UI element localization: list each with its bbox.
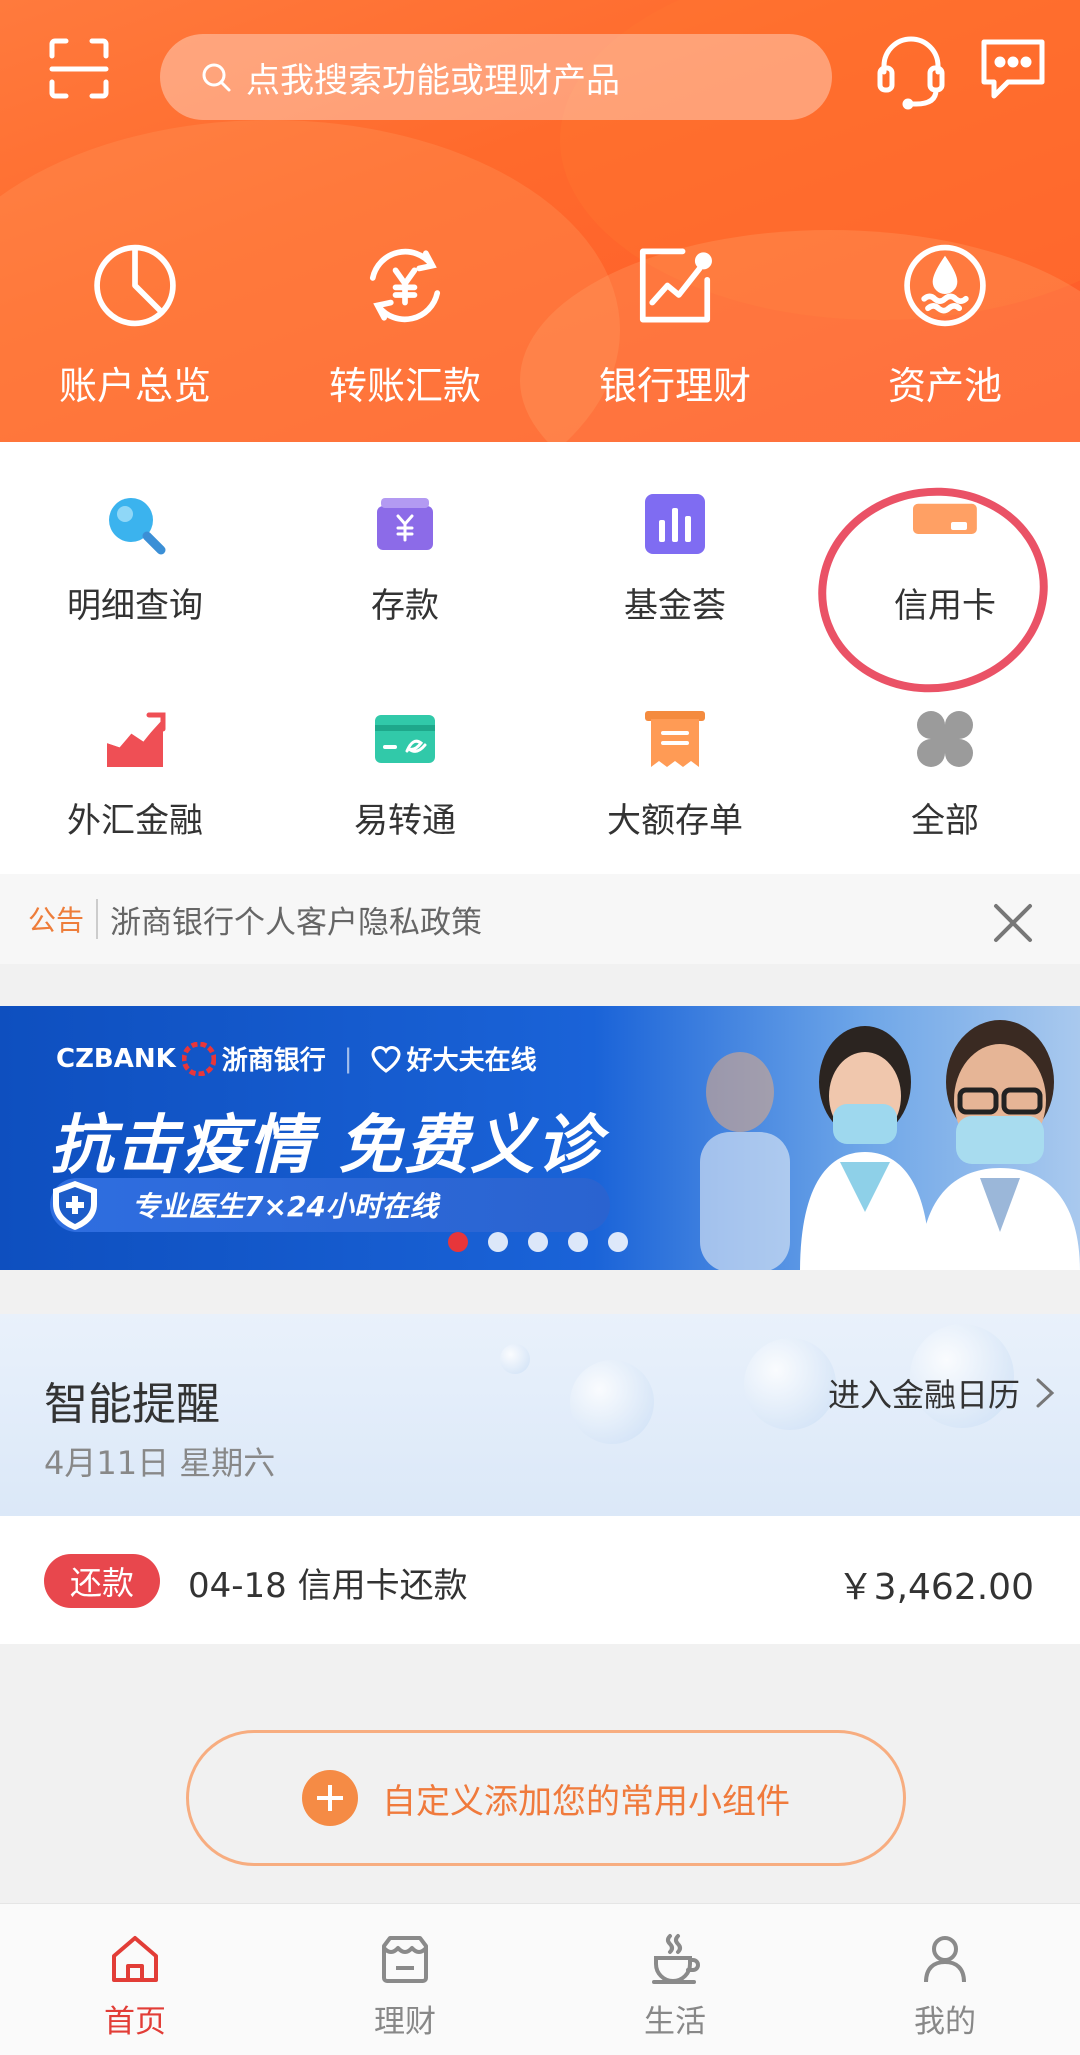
repayment-badge: 还款 [44, 1554, 160, 1608]
message-icon[interactable] [978, 34, 1048, 104]
grid-item-forex[interactable]: 外汇金融 [0, 707, 270, 842]
quick-action-label: 转账汇款 [328, 364, 481, 408]
pie-chart-icon [94, 244, 176, 327]
tab-label: 首页 [104, 2004, 166, 2040]
grid-item-label: 全部 [911, 801, 979, 841]
quick-action-wealth[interactable]: 银行理财 [540, 240, 810, 410]
decor-bubble [500, 1344, 530, 1374]
top-bar: 点我搜索功能或理财产品 [0, 30, 1080, 120]
repayment-description: 04-18 信用卡还款 [188, 1566, 468, 1606]
reminder-title: 智能提醒 [44, 1379, 220, 1430]
quick-action-account-overview[interactable]: 账户总览 [0, 240, 270, 410]
grid-item-label: 大额存单 [607, 801, 743, 841]
banner-partner: 好大夫在线 [406, 1046, 537, 1076]
bar-chart-icon [645, 494, 705, 554]
smart-reminder: 智能提醒 4月11日 星期六 进入金融日历 [0, 1314, 1080, 1516]
yuan-transfer-icon [369, 248, 441, 323]
close-icon[interactable] [992, 902, 1034, 944]
carousel-dot[interactable] [568, 1232, 588, 1252]
grid-item-label: 明细查询 [67, 586, 203, 626]
repayment-reminder-row[interactable]: 还款 04-18 信用卡还款 ￥3,462.00 [0, 1516, 1080, 1644]
grid-item-label: 存款 [371, 586, 439, 626]
chevron-right-icon [1036, 1378, 1055, 1408]
carousel-dot[interactable] [608, 1232, 628, 1252]
header: 点我搜索功能或理财产品 账户总览 转账汇款 银行理财 资产池 [0, 0, 1080, 442]
add-widget-label: 自定义添加您的常用小组件 [382, 1781, 790, 1822]
coffee-cup-icon [652, 1934, 700, 1984]
grid-item-transaction-query[interactable]: 明细查询 [0, 492, 270, 627]
brand-separator: | [343, 1043, 353, 1074]
financial-calendar-label: 进入金融日历 [827, 1376, 1020, 1414]
tab-home[interactable]: 首页 [0, 1904, 270, 2055]
shield-icon [53, 1181, 97, 1230]
search-bar[interactable]: 点我搜索功能或理财产品 [160, 34, 832, 120]
banner-headline: 抗击疫情 免费义诊 [50, 1109, 603, 1183]
grid-item-all[interactable]: 全部 [810, 707, 1080, 842]
grid-item-label: 基金荟 [624, 586, 726, 626]
banner-brand-cn: 浙商银行 [221, 1046, 326, 1076]
banner-brand: CZBANK 浙商银行 | 好大夫在线 [56, 1040, 537, 1077]
promo-banner[interactable]: CZBANK 浙商银行 | 好大夫在线 抗击疫情 免费义诊 专业医生7×24小时… [0, 1006, 1080, 1270]
certificate-icon [645, 711, 705, 767]
scan-icon[interactable] [48, 38, 110, 100]
carousel-dot[interactable] [488, 1232, 508, 1252]
deposit-icon [377, 498, 433, 550]
tab-life[interactable]: 生活 [540, 1904, 810, 2055]
doctors-illustration [700, 1020, 1080, 1270]
tab-label: 生活 [644, 2004, 706, 2040]
search-icon [202, 63, 231, 92]
tab-mine[interactable]: 我的 [810, 1904, 1080, 2055]
carousel-dot[interactable] [528, 1232, 548, 1252]
quick-action-transfer[interactable]: 转账汇款 [270, 240, 540, 410]
trend-chart-icon [639, 248, 712, 323]
wealth-icon [382, 1936, 428, 1983]
easy-transfer-icon [375, 715, 435, 763]
financial-calendar-link[interactable]: 进入金融日历 [828, 1370, 1056, 1416]
search-placeholder: 点我搜索功能或理财产品 [246, 60, 620, 101]
magnifier-icon [109, 498, 166, 555]
add-widget-button[interactable]: 自定义添加您的常用小组件 [186, 1730, 906, 1866]
customer-service-icon[interactable] [876, 34, 946, 110]
banner-subline-text: 专业医生7×24小时在线 [132, 1190, 438, 1223]
water-drop-icon [904, 244, 986, 327]
all-apps-icon [917, 711, 973, 767]
bank-logo-icon [181, 1041, 216, 1076]
banner-subline: 专业医生7×24小时在线 [50, 1178, 610, 1232]
quick-action-label: 账户总览 [58, 364, 211, 408]
repayment-amount: ￥3,462.00 [837, 1567, 1034, 1608]
heart-logo-icon [371, 1045, 401, 1073]
quick-action-label: 银行理财 [598, 364, 751, 408]
user-icon [924, 1936, 966, 1983]
grid-item-fund[interactable]: 基金荟 [540, 492, 810, 627]
notice-text[interactable]: 浙商银行个人客户隐私政策 [110, 897, 482, 942]
decor-bubble [570, 1360, 654, 1444]
tab-label: 我的 [914, 2004, 976, 2040]
grid-item-label: 外汇金融 [67, 801, 203, 841]
function-row: 外汇金融 易转通 大额存单 全部 [0, 707, 1080, 842]
grid-item-large-deposit[interactable]: 大额存单 [540, 707, 810, 842]
bottom-tab-bar: 首页 理财 生活 我的 [0, 1903, 1080, 2055]
tab-wealth[interactable]: 理财 [270, 1904, 540, 2055]
grid-item-deposit[interactable]: 存款 [270, 492, 540, 627]
quick-action-asset-pool[interactable]: 资产池 [810, 240, 1080, 410]
plus-icon [302, 1770, 358, 1826]
function-grid: 明细查询 存款 基金荟 信用卡 外汇金融 易转通 大额存单 全部 [0, 442, 1080, 874]
grid-item-label: 易转通 [354, 801, 456, 841]
grid-item-easy-transfer[interactable]: 易转通 [270, 707, 540, 842]
tab-label: 理财 [374, 2004, 436, 2040]
notice-bar[interactable]: 公告 浙商银行个人客户隐私政策 [0, 874, 1080, 964]
home-icon [112, 1936, 158, 1982]
banner-brand-en: CZBANK [56, 1043, 176, 1074]
carousel-dots [448, 1232, 648, 1252]
quick-actions: 账户总览 转账汇款 银行理财 资产池 [0, 240, 1080, 410]
decor-bubble [744, 1338, 836, 1430]
carousel-dot-active[interactable] [448, 1232, 468, 1252]
quick-action-label: 资产池 [887, 364, 1002, 408]
reminder-date: 4月11日 星期六 [44, 1444, 276, 1482]
notice-tag: 公告 [28, 899, 99, 939]
forex-icon [105, 712, 166, 767]
